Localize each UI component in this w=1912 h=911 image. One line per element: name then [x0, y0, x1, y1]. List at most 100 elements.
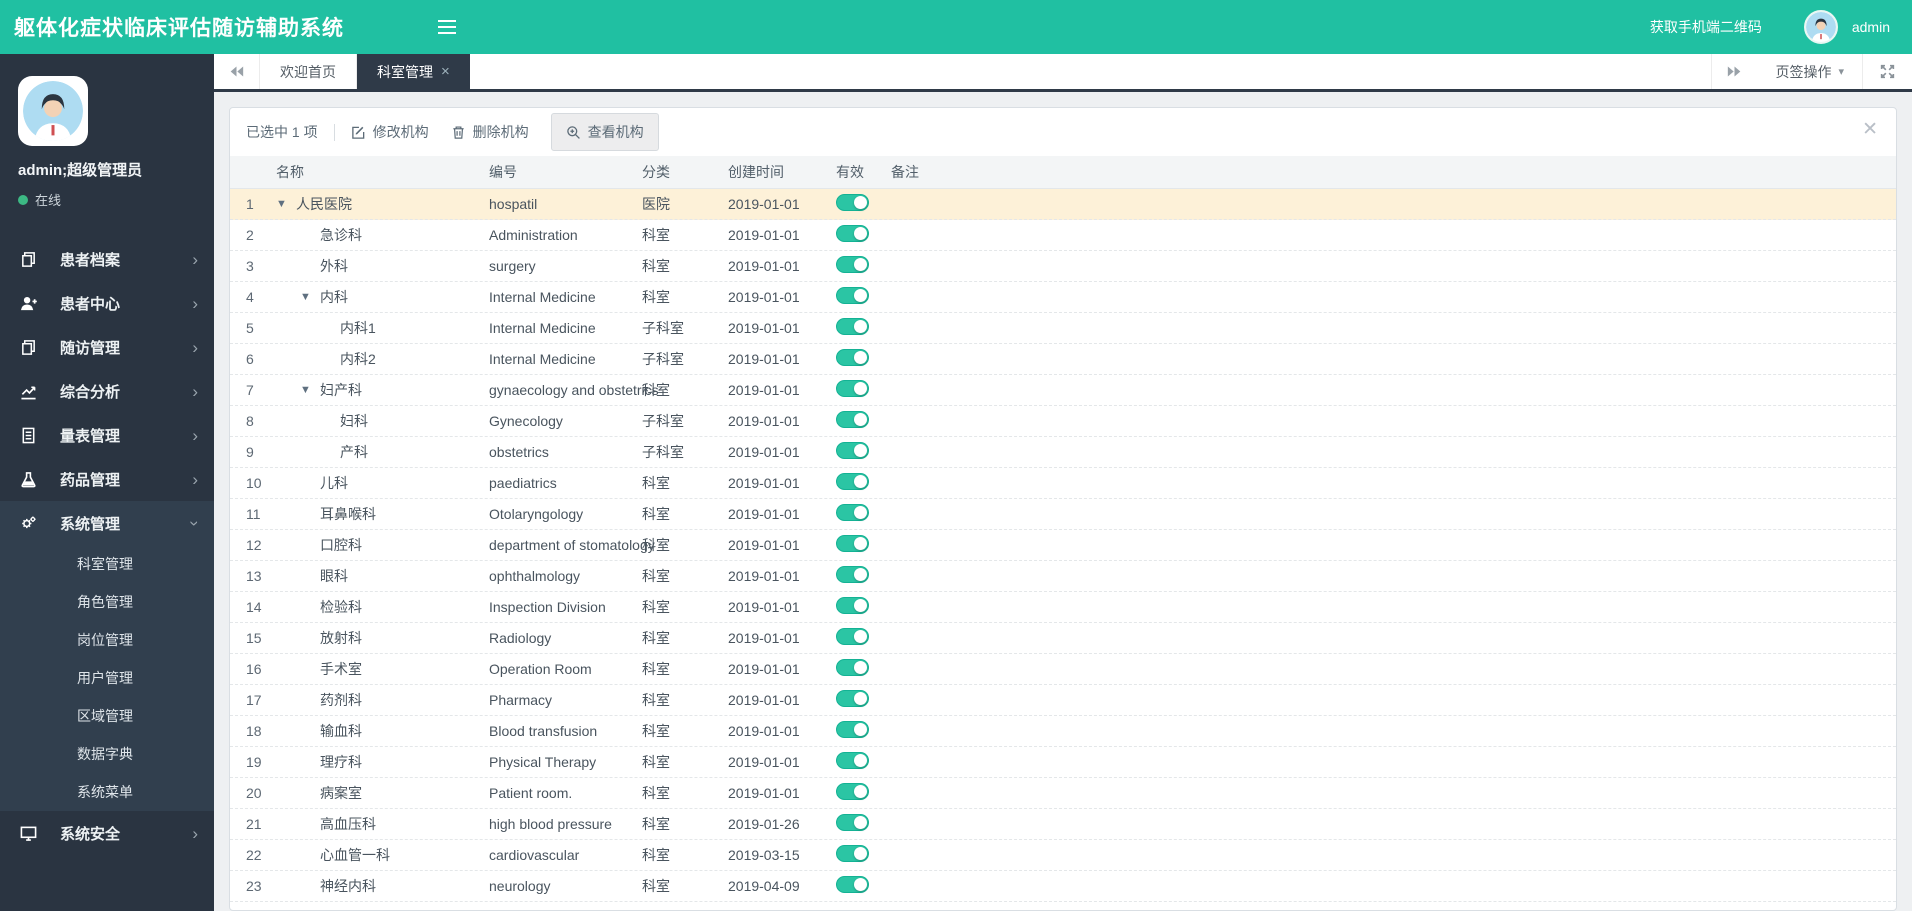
valid-toggle[interactable]	[836, 535, 869, 552]
created-date: 2019-01-01	[728, 785, 800, 801]
qr-code-link[interactable]: 获取手机端二维码	[1650, 17, 1762, 37]
sidebar-item-2[interactable]: 随访管理 ›	[0, 325, 214, 369]
table-row[interactable]: 3 外科 surgery 科室 2019-01-01	[230, 251, 1896, 282]
valid-toggle[interactable]	[836, 566, 869, 583]
table-row[interactable]: 18 输血科 Blood transfusion 科室 2019-01-01	[230, 716, 1896, 747]
department-code: department of stomatology	[489, 537, 655, 553]
valid-toggle[interactable]	[836, 876, 869, 893]
row-number: 15	[246, 630, 262, 646]
valid-toggle[interactable]	[836, 504, 869, 521]
tabs-scroll-left-button[interactable]	[214, 54, 260, 89]
row-number: 23	[246, 878, 262, 894]
hamburger-menu-icon[interactable]	[438, 20, 456, 34]
sidebar-item-label: 随访管理	[60, 339, 121, 357]
valid-toggle[interactable]	[836, 597, 869, 614]
table-row[interactable]: 1 ▼ 人民医院 hospatil 医院 2019-01-01	[230, 189, 1896, 220]
table-row[interactable]: 13 眼科 ophthalmology 科室 2019-01-01	[230, 561, 1896, 592]
department-name: 口腔科	[320, 537, 362, 553]
department-name: 眼科	[320, 568, 348, 584]
username-label[interactable]: admin	[1852, 19, 1890, 35]
table-row[interactable]: 23 神经内科 neurology 科室 2019-04-09	[230, 871, 1896, 902]
table-row[interactable]: 6 内科2 Internal Medicine 子科室 2019-01-01	[230, 344, 1896, 375]
table-row[interactable]: 21 高血压科 high blood pressure 科室 2019-01-26	[230, 809, 1896, 840]
edit-org-button[interactable]: 修改机构	[351, 122, 429, 142]
valid-toggle[interactable]	[836, 659, 869, 676]
tab-welcome-home[interactable]: 欢迎首页	[260, 54, 357, 89]
valid-toggle[interactable]	[836, 256, 869, 273]
table-row[interactable]: 12 口腔科 department of stomatology 科室 2019-01-…	[230, 530, 1896, 561]
valid-toggle[interactable]	[836, 287, 869, 304]
department-code: Operation Room	[489, 661, 592, 677]
panel-close-icon[interactable]: ✕	[1862, 120, 1878, 139]
department-name: 神经内科	[320, 878, 376, 894]
sidebar-subitem-2[interactable]: 岗位管理	[0, 621, 214, 659]
tab-department-management[interactable]: 科室管理 ×	[357, 54, 470, 89]
view-org-button[interactable]: 查看机构	[550, 113, 659, 151]
table-row[interactable]: 5 内科1 Internal Medicine 子科室 2019-01-01	[230, 313, 1896, 344]
valid-toggle[interactable]	[836, 411, 869, 428]
tab-close-icon[interactable]: ×	[441, 63, 450, 80]
sidebar-item-3[interactable]: 综合分析 ›	[0, 369, 214, 413]
table-row[interactable]: 9 产科 obstetrics 子科室 2019-01-01	[230, 437, 1896, 468]
tab-operations-dropdown[interactable]: 页签操作 ▾	[1757, 54, 1862, 89]
table-row[interactable]: 2 急诊科 Administration 科室 2019-01-01	[230, 220, 1896, 251]
department-name-cell: 理疗科	[276, 752, 489, 772]
sidebar-subitem-6[interactable]: 系统菜单	[0, 773, 214, 811]
sidebar-item-5[interactable]: 药品管理 ›	[0, 457, 214, 501]
valid-toggle[interactable]	[836, 194, 869, 211]
valid-toggle[interactable]	[836, 814, 869, 831]
valid-toggle[interactable]	[836, 628, 869, 645]
valid-toggle[interactable]	[836, 318, 869, 335]
row-number: 14	[246, 599, 262, 615]
sidebar-item-7[interactable]: 系统安全 ›	[0, 811, 214, 855]
category-label: 科室	[642, 537, 670, 553]
expand-icon	[1880, 64, 1895, 79]
sidebar-item-6[interactable]: 系统管理 ›	[0, 501, 214, 545]
valid-toggle[interactable]	[836, 783, 869, 800]
created-date: 2019-01-01	[728, 444, 800, 460]
delete-org-button[interactable]: 删除机构	[451, 122, 529, 142]
fullscreen-toggle-button[interactable]	[1862, 54, 1912, 89]
sidebar-subitem-5[interactable]: 数据字典	[0, 735, 214, 773]
valid-toggle[interactable]	[836, 473, 869, 490]
valid-toggle[interactable]	[836, 380, 869, 397]
sidebar-item-1[interactable]: 患者中心 ›	[0, 281, 214, 325]
department-name: 放射科	[320, 630, 362, 646]
table-row[interactable]: 11 耳鼻喉科 Otolaryngology 科室 2019-01-01	[230, 499, 1896, 530]
chevron-right-icon: ›	[192, 337, 198, 357]
user-avatar[interactable]	[1803, 10, 1838, 44]
tree-caret-icon[interactable]: ▼	[276, 198, 290, 210]
valid-toggle[interactable]	[836, 752, 869, 769]
department-code: Blood transfusion	[489, 723, 598, 739]
tree-caret-icon[interactable]: ▼	[300, 384, 314, 396]
tabs-scroll-right-button[interactable]	[1711, 54, 1757, 89]
valid-toggle[interactable]	[836, 845, 869, 862]
sidebar-subitem-3[interactable]: 用户管理	[0, 659, 214, 697]
valid-toggle[interactable]	[836, 721, 869, 738]
sidebar-item-4[interactable]: 量表管理 ›	[0, 413, 214, 457]
table-row[interactable]: 20 病案室 Patient room. 科室 2019-01-01	[230, 778, 1896, 809]
table-row[interactable]: 16 手术室 Operation Room 科室 2019-01-01	[230, 654, 1896, 685]
table-row[interactable]: 15 放射科 Radiology 科室 2019-01-01	[230, 623, 1896, 654]
table-row[interactable]: 17 药剂科 Pharmacy 科室 2019-01-01	[230, 685, 1896, 716]
table-row[interactable]: 4 ▼ 内科 Internal Medicine 科室 2019-01-01	[230, 282, 1896, 313]
department-code: hospatil	[489, 196, 538, 212]
table-row[interactable]: 14 检验科 Inspection Division 科室 2019-01-01	[230, 592, 1896, 623]
department-code: Physical Therapy	[489, 754, 597, 770]
sidebar-subitem-1[interactable]: 角色管理	[0, 583, 214, 621]
valid-toggle[interactable]	[836, 690, 869, 707]
valid-toggle[interactable]	[836, 349, 869, 366]
table-row[interactable]: 8 妇科 Gynecology 子科室 2019-01-01	[230, 406, 1896, 437]
valid-toggle[interactable]	[836, 225, 869, 242]
sidebar-subitem-4[interactable]: 区域管理	[0, 697, 214, 735]
valid-toggle[interactable]	[836, 442, 869, 459]
sidebar-item-0[interactable]: 患者档案 ›	[0, 237, 214, 281]
sidebar-subitem-0[interactable]: 科室管理	[0, 545, 214, 583]
table-row[interactable]: 10 儿科 paediatrics 科室 2019-01-01	[230, 468, 1896, 499]
table-row[interactable]: 22 心血管一科 cardiovascular 科室 2019-03-15	[230, 840, 1896, 871]
flask-icon	[18, 471, 38, 488]
department-name-cell: 外科	[276, 256, 489, 276]
tree-caret-icon[interactable]: ▼	[300, 291, 314, 303]
table-row[interactable]: 7 ▼ 妇产科 gynaecology and obstetrics 科室 2019-01…	[230, 375, 1896, 406]
table-row[interactable]: 19 理疗科 Physical Therapy 科室 2019-01-01	[230, 747, 1896, 778]
